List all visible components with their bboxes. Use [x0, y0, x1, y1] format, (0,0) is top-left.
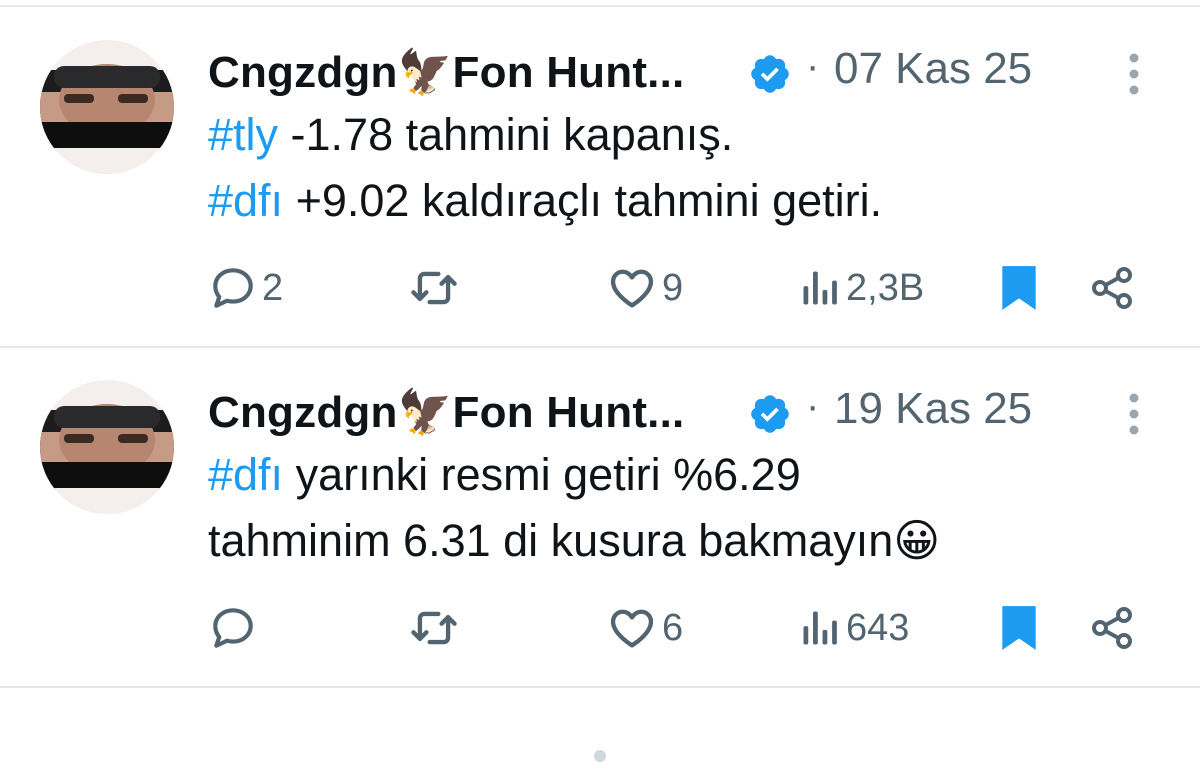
- tweet-header: Cngzdgn🦅Fon Hunt... · 07 Kas 25: [208, 42, 1168, 102]
- views-count: 2,3B: [846, 266, 925, 309]
- views-count: 643: [846, 606, 910, 649]
- text-line: #dfı yarınki resmi getiri %6.29: [208, 442, 1148, 508]
- share-icon: [1088, 264, 1136, 312]
- tweet-card[interactable]: Cngzdgn🦅Fon Hunt... · 07 Kas 25 #tly -1.…: [0, 8, 1200, 348]
- tweet-date[interactable]: 19 Kas 25: [834, 384, 1032, 434]
- tweet-text: #tly -1.78 tahmini kapanış. #dfı +9.02 k…: [208, 102, 1148, 234]
- heart-icon: [606, 262, 658, 314]
- text-segment: tahminim 6.31 di kusura bakmayın😀: [208, 515, 941, 566]
- share-button[interactable]: [1088, 253, 1136, 323]
- retweet-button[interactable]: [408, 593, 464, 663]
- reply-button[interactable]: 2: [208, 253, 283, 323]
- top-divider: [0, 5, 1200, 7]
- text-segment: -1.78 tahmini kapanış.: [278, 109, 734, 160]
- share-button[interactable]: [1088, 593, 1136, 663]
- verified-badge-icon: [748, 392, 792, 436]
- text-line: tahminim 6.31 di kusura bakmayın😀: [208, 508, 1148, 574]
- reply-icon: [208, 603, 258, 653]
- like-button[interactable]: 9: [606, 253, 683, 323]
- tweet-text: #dfı yarınki resmi getiri %6.29 tahminim…: [208, 442, 1148, 574]
- author-name[interactable]: Cngzdgn🦅Fon Hunt...: [208, 386, 684, 438]
- reply-button[interactable]: [208, 593, 262, 663]
- like-button[interactable]: 6: [606, 593, 683, 663]
- hashtag-link[interactable]: #tly: [208, 109, 278, 160]
- retweet-icon: [408, 262, 460, 314]
- text-segment: +9.02 kaldıraçlı tahmini getiri.: [283, 175, 883, 226]
- hashtag-link[interactable]: #dfı: [208, 175, 283, 226]
- bookmark-icon: [998, 603, 1040, 653]
- tweet-header: Cngzdgn🦅Fon Hunt... · 19 Kas 25: [208, 382, 1168, 442]
- views-icon: [798, 606, 842, 650]
- heart-icon: [606, 602, 658, 654]
- reply-icon: [208, 263, 258, 313]
- scroll-indicator: [594, 750, 606, 762]
- reply-count: 2: [262, 266, 284, 309]
- verified-badge-icon: [748, 52, 792, 96]
- views-button[interactable]: 2,3B: [798, 253, 924, 323]
- share-icon: [1088, 604, 1136, 652]
- action-bar: 2 9 2,3B: [0, 253, 1200, 323]
- tweet-card[interactable]: Cngzdgn🦅Fon Hunt... · 19 Kas 25 #dfı yar…: [0, 348, 1200, 688]
- bookmark-button[interactable]: [998, 593, 1040, 663]
- avatar[interactable]: [40, 40, 174, 174]
- author-name[interactable]: Cngzdgn🦅Fon Hunt...: [208, 46, 684, 98]
- text-line: #dfı +9.02 kaldıraçlı tahmini getiri.: [208, 168, 1148, 234]
- text-segment: yarınki resmi getiri %6.29: [283, 449, 801, 500]
- views-icon: [798, 266, 842, 310]
- separator-dot: ·: [806, 384, 820, 428]
- more-vertical-icon[interactable]: [1123, 48, 1145, 104]
- like-count: 6: [662, 606, 684, 649]
- text-line: #tly -1.78 tahmini kapanış.: [208, 102, 1148, 168]
- bookmark-icon: [998, 263, 1040, 313]
- action-bar: 6 643: [0, 593, 1200, 663]
- bookmark-button[interactable]: [998, 253, 1040, 323]
- avatar[interactable]: [40, 380, 174, 514]
- retweet-button[interactable]: [408, 253, 464, 323]
- retweet-icon: [408, 602, 460, 654]
- separator-dot: ·: [806, 44, 820, 88]
- views-button[interactable]: 643: [798, 593, 909, 663]
- tweet-divider: [0, 686, 1200, 688]
- more-vertical-icon[interactable]: [1123, 388, 1145, 444]
- tweet-date[interactable]: 07 Kas 25: [834, 44, 1032, 94]
- hashtag-link[interactable]: #dfı: [208, 449, 283, 500]
- like-count: 9: [662, 266, 684, 309]
